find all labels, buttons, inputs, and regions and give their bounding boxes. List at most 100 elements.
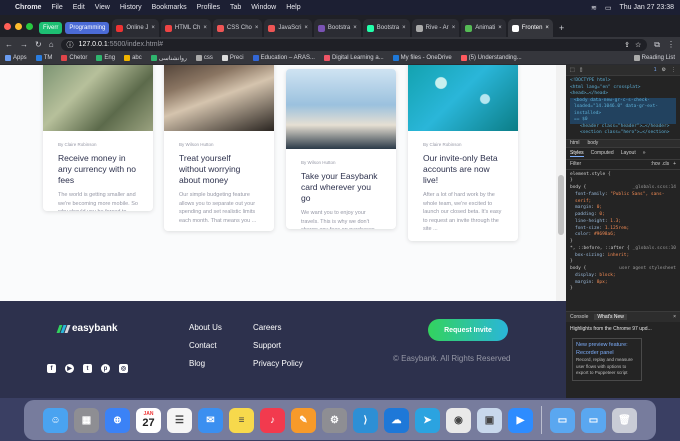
inspect-icon[interactable]: ⬚ — [570, 67, 575, 73]
tab-close-icon[interactable]: × — [452, 25, 456, 31]
issues-badge[interactable]: 1 — [654, 67, 657, 73]
article-title[interactable]: Our invite-only Beta accounts are now li… — [423, 153, 503, 186]
browser-tab[interactable]: Fronten × — [507, 19, 553, 37]
rule-source[interactable]: user agent stylesheet — [619, 266, 676, 273]
trash-icon[interactable]: 🗑 — [612, 407, 637, 433]
tab-close-icon[interactable]: × — [255, 25, 259, 31]
article-title[interactable]: Take your Easybank card wherever you go — [301, 171, 381, 204]
footer-link-blog[interactable]: Blog — [189, 359, 205, 368]
menu-dots-icon[interactable]: ⋮ — [667, 40, 675, 49]
footer-link-about-us[interactable]: About Us — [189, 323, 222, 332]
bookmark-item[interactable]: Eng — [96, 55, 115, 61]
article-card[interactable]: By Claire Robinson Receive money in any c… — [43, 65, 153, 211]
menu-item-tab[interactable]: Tab — [230, 4, 241, 11]
page-scrollbar[interactable] — [556, 65, 566, 301]
bookmark-item[interactable]: Education – ARAS... — [252, 55, 315, 61]
bookmark-star-icon[interactable]: ☆ — [635, 41, 641, 49]
pinterest-icon[interactable]: p — [101, 364, 110, 373]
bookmark-item[interactable]: Apps — [5, 55, 27, 61]
footer-link-privacy-policy[interactable]: Privacy Policy — [253, 359, 303, 368]
tab-group-fiverr[interactable]: Fiverr — [39, 22, 63, 34]
bookmark-item[interactable]: TM — [35, 55, 52, 61]
url-field[interactable]: ⓘ 127.0.0.1:5500/index.html# ⇪ ☆ — [60, 38, 648, 51]
device-toggle-icon[interactable]: ▯ — [580, 67, 583, 73]
breadcrumb-body[interactable]: body — [587, 140, 598, 146]
system-preferences-icon[interactable]: ⚙ — [322, 407, 347, 433]
wifi-icon[interactable]: ≋ — [591, 4, 597, 12]
article-card[interactable]: By Wilson Hutton Treat yourself without w… — [164, 65, 274, 231]
notes-icon[interactable]: ≡ — [229, 407, 254, 433]
reload-icon[interactable]: ↻ — [35, 40, 42, 49]
browser-tab[interactable]: JavaScri × — [264, 19, 312, 37]
battery-icon[interactable]: ▭ — [605, 4, 612, 12]
bookmark-item[interactable]: css — [195, 55, 213, 61]
menu-item-file[interactable]: File — [51, 4, 62, 11]
devtools-settings-icon[interactable]: ⚙ — [662, 67, 666, 73]
breadcrumb-html[interactable]: html — [570, 140, 579, 146]
tab-group-programming[interactable]: Programming — [65, 22, 110, 34]
whats-new-card[interactable]: New preview feature: Recorder panel Reco… — [572, 338, 642, 381]
styles-filter[interactable]: Filter :hov .cls + — [566, 160, 680, 170]
bookmark-item[interactable]: Digital Learning a... — [323, 55, 384, 61]
pages-icon[interactable]: ✎ — [291, 407, 316, 433]
panel-tab[interactable]: Styles — [570, 150, 584, 157]
dom-node[interactable]: <body data-new-gr-c-s-check-loaded="14.1… — [570, 97, 676, 118]
onedrive-icon[interactable]: ☁ — [384, 407, 409, 433]
style-declaration[interactable]: padding: 0; — [570, 212, 676, 219]
request-invite-button[interactable]: Request Invite — [428, 319, 508, 341]
telegram-icon[interactable]: ➤ — [415, 407, 440, 433]
vscode-icon[interactable]: ⟩ — [353, 407, 378, 433]
style-declaration[interactable]: margin: 8px; — [570, 280, 676, 287]
browser-tab[interactable]: Bootstra × — [313, 19, 361, 37]
devtools-more-icon[interactable]: ⋮ — [671, 67, 676, 73]
safari-icon[interactable]: ⊕ — [105, 407, 130, 433]
style-declaration[interactable]: color: #9698a6; — [570, 232, 676, 239]
panel-tab[interactable]: Computed — [591, 150, 614, 157]
chrome-icon[interactable]: ◉ — [446, 407, 471, 433]
browser-tab[interactable]: CSS Cho × — [212, 19, 263, 37]
bookmark-item[interactable]: Chetor — [61, 55, 87, 61]
youtube-icon[interactable]: ▶ — [65, 364, 74, 373]
tab-close-icon[interactable]: × — [353, 25, 357, 31]
panel-tab[interactable]: » — [643, 150, 646, 157]
rule-source[interactable]: _globals.scss:10 — [633, 246, 676, 253]
tab-close-icon[interactable]: × — [304, 25, 308, 31]
mail-icon[interactable]: ✉ — [198, 407, 223, 433]
browser-tab[interactable]: Online J × — [112, 19, 159, 37]
filter-flags[interactable]: :hov .cls — [651, 161, 669, 167]
calendar-icon[interactable]: JAN 27 — [136, 407, 161, 433]
tab-close-icon[interactable]: × — [402, 25, 406, 31]
facebook-icon[interactable]: f — [47, 364, 56, 373]
active-app-name[interactable]: Chrome — [15, 4, 41, 11]
finder-icon[interactable]: ☺ — [43, 407, 68, 433]
bookmark-item[interactable]: Reading List — [633, 55, 675, 61]
bookmark-item[interactable]: روانشناسی — [150, 55, 187, 62]
zoom-icon[interactable]: ▶ — [508, 407, 533, 433]
footer-logo[interactable]: easybank — [56, 323, 118, 334]
style-declaration[interactable]: font-family: "Public Sans", sans-serif; — [570, 192, 676, 206]
menu-item-history[interactable]: History — [120, 4, 142, 11]
menu-item-help[interactable]: Help — [286, 4, 300, 11]
filter-input[interactable]: Filter — [570, 161, 581, 167]
style-declaration[interactable]: line-height: 1.3; — [570, 219, 676, 226]
menu-item-window[interactable]: Window — [251, 4, 276, 11]
new-rule-icon[interactable]: + — [673, 161, 676, 167]
menu-item-view[interactable]: View — [95, 4, 110, 11]
drawer-tab[interactable]: What's New — [594, 314, 627, 320]
home-icon[interactable]: ⌂ — [49, 40, 54, 49]
instagram-icon[interactable]: ◎ — [119, 364, 128, 373]
article-card[interactable]: By Wilson Hutton Take your Easybank card … — [286, 69, 396, 229]
browser-tab[interactable]: Animati × — [461, 19, 506, 37]
bookmark-item[interactable]: My files - OneDrive — [392, 55, 452, 61]
forward-icon[interactable]: → — [20, 40, 28, 49]
bookmark-item[interactable]: (5) Understanding... — [460, 55, 522, 61]
article-card[interactable]: By Claire Robinson Our invite-only Beta a… — [408, 65, 518, 241]
footer-link-contact[interactable]: Contact — [189, 341, 217, 350]
style-declaration[interactable]: box-sizing: inherit; — [570, 253, 676, 260]
zoom-window-button[interactable] — [26, 22, 33, 30]
menu-item-bookmarks[interactable]: Bookmarks — [152, 4, 187, 11]
panel-tab[interactable]: Layout — [621, 150, 636, 157]
footer-link-careers[interactable]: Careers — [253, 323, 281, 332]
tab-close-icon[interactable]: × — [151, 25, 155, 31]
bookmark-item[interactable]: Preci — [221, 55, 244, 61]
